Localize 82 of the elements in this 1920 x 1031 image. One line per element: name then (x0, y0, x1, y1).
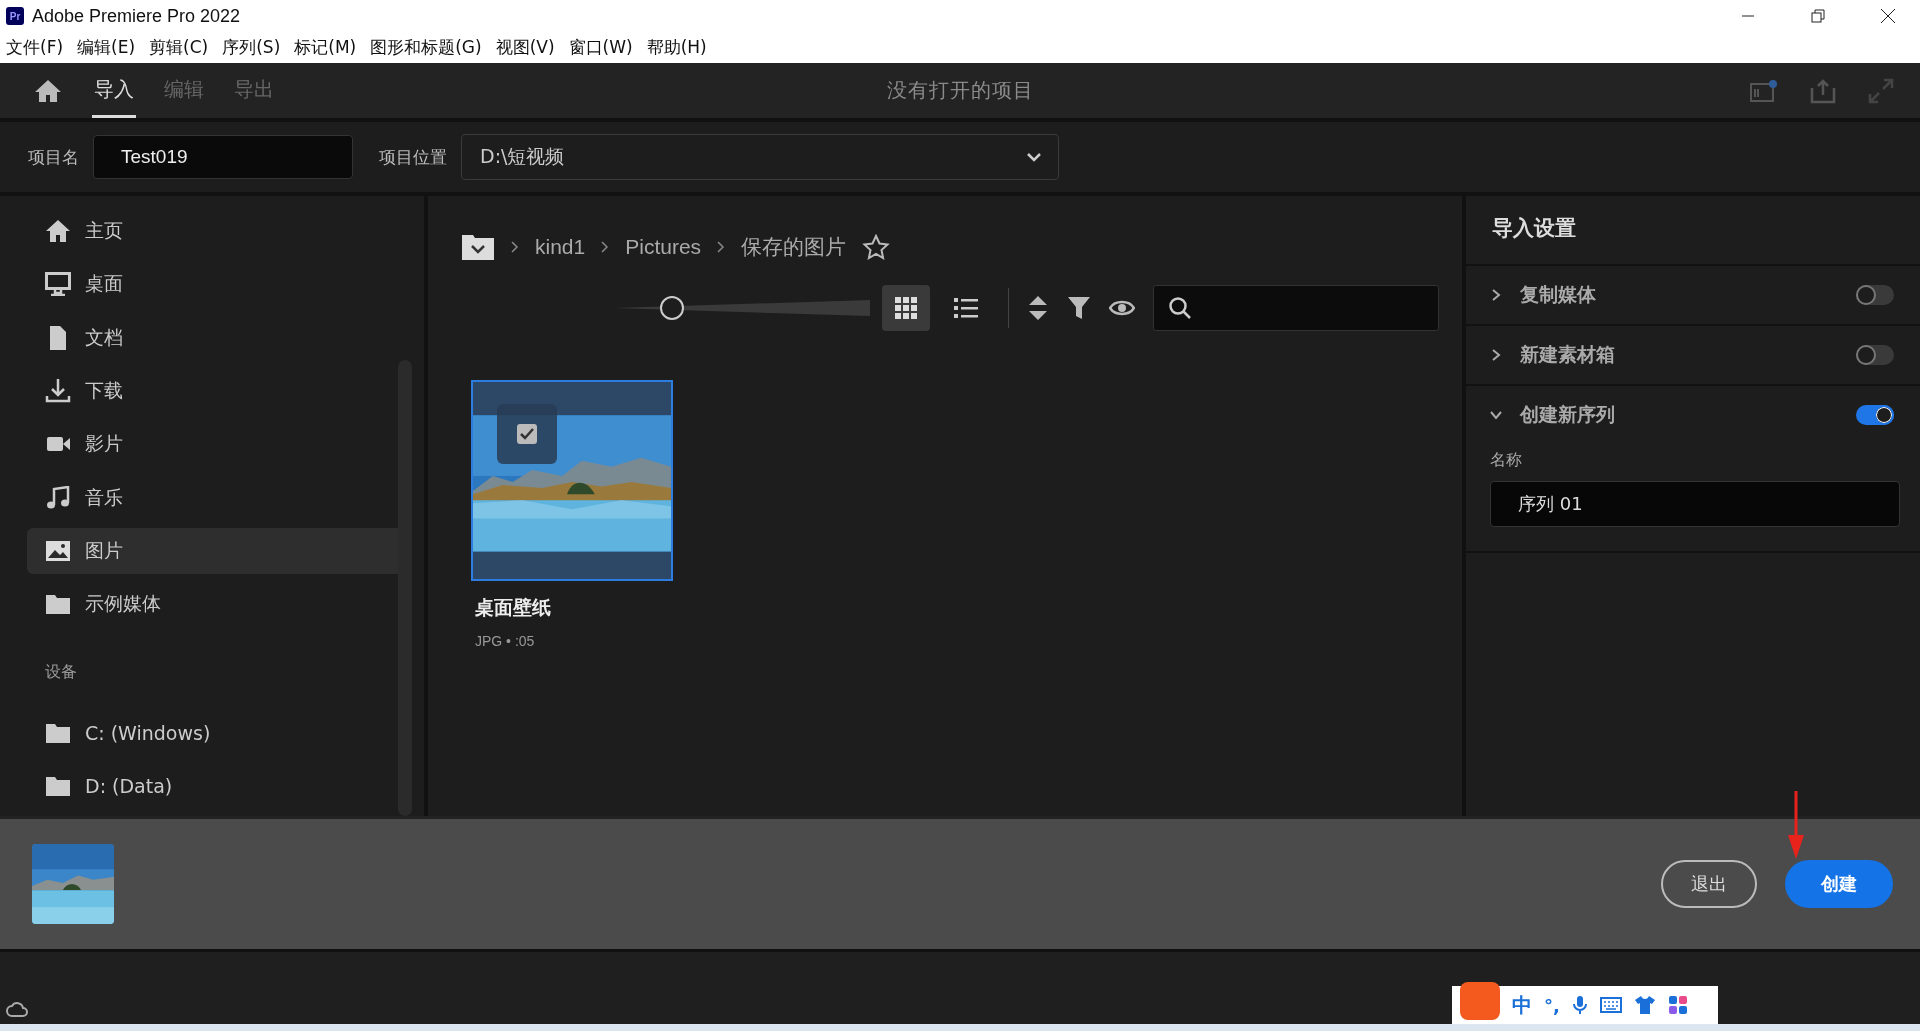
menu-item[interactable]: 窗口(W) (568, 36, 633, 59)
devices-heading: 设备 (45, 662, 78, 684)
menu-item[interactable]: 帮助(H) (646, 36, 707, 59)
sidebar-item[interactable]: 示例媒体 (27, 581, 398, 628)
grid-view-button[interactable] (882, 285, 930, 331)
search-field[interactable] (1153, 285, 1439, 331)
media-info: JPG • :05 (474, 633, 536, 649)
keyboard-icon[interactable] (1599, 997, 1622, 1013)
panel-title: 导入设置 (1466, 196, 1920, 266)
home-icon[interactable] (34, 77, 62, 104)
breadcrumb-item[interactable]: 保存的图片 (741, 233, 847, 261)
list-icon (953, 296, 979, 320)
sequence-name-field[interactable]: 序列 01 (1490, 481, 1900, 527)
project-location-label: 项目位置 (379, 145, 447, 169)
ime-punctuation[interactable]: °, (1544, 994, 1560, 1016)
creative-cloud-icon[interactable] (6, 1002, 28, 1018)
restore-icon[interactable] (1810, 8, 1826, 24)
annotation-arrow (1786, 791, 1806, 861)
breadcrumb-item[interactable]: kind1 (535, 235, 586, 259)
sidebar-item[interactable]: C: (Windows) (27, 709, 398, 756)
menu-item[interactable]: 视图(V) (495, 36, 555, 59)
chevron-icon (1026, 152, 1042, 162)
sidebar-item[interactable]: 桌面 (27, 261, 398, 308)
section-label: 新建素材箱 (1520, 342, 1615, 367)
folder-icon (45, 592, 71, 617)
slider-thumb[interactable] (660, 296, 685, 320)
folder-icon[interactable] (461, 233, 495, 261)
toggle-switch[interactable] (1856, 345, 1894, 365)
sidebar-item[interactable]: D: (Data) (27, 762, 398, 809)
sort-icon[interactable] (1027, 294, 1049, 322)
chevron-icon (717, 241, 726, 253)
ime-mode[interactable]: 中 (1512, 991, 1532, 1019)
create-button[interactable]: 创建 (1785, 860, 1893, 908)
shirt-icon[interactable] (1633, 995, 1656, 1015)
sidebar-item[interactable]: 影片 (27, 421, 398, 468)
star-icon[interactable] (862, 234, 891, 260)
sidebar-item[interactable]: 下载 (27, 367, 398, 415)
checkbox[interactable] (517, 424, 537, 444)
project-status: 没有打开的项目 (886, 77, 1034, 104)
project-name-field[interactable]: Test019 (93, 135, 353, 179)
field-label: 名称 (1490, 450, 1523, 471)
menu-item[interactable]: 文件(F) (6, 36, 64, 59)
menu-item[interactable]: 编辑(E) (77, 36, 136, 59)
breadcrumb-item[interactable]: Pictures (625, 235, 702, 259)
home-icon (45, 219, 71, 244)
monitor-icon (45, 272, 71, 297)
microphone-icon[interactable] (1571, 995, 1588, 1015)
music-note-icon (45, 485, 71, 510)
filter-icon[interactable] (1067, 295, 1091, 321)
panel-icon[interactable] (1750, 78, 1778, 103)
chevron-icon[interactable] (1490, 288, 1502, 302)
chevron-icon (601, 241, 610, 253)
project-location-dropdown[interactable]: D:\短视频 (461, 134, 1059, 180)
sidebar-item[interactable]: 音乐 (27, 474, 398, 521)
grid-icon (894, 296, 918, 320)
project-name-label: 项目名 (28, 145, 79, 169)
media-name: 桌面壁纸 (474, 595, 552, 620)
window-title: Adobe Premiere Pro 2022 (32, 5, 241, 27)
section-label: 复制媒体 (1520, 282, 1596, 307)
ime-logo (1460, 982, 1500, 1020)
tab[interactable]: 导入 (92, 63, 136, 118)
eye-icon[interactable] (1109, 298, 1135, 318)
chevron-icon[interactable] (1490, 348, 1502, 362)
chevron-icon[interactable] (1489, 409, 1503, 421)
menu-item[interactable]: 标记(M) (294, 36, 357, 59)
close-icon[interactable] (1880, 8, 1896, 24)
app-logo: Pr (6, 7, 24, 25)
download-icon (45, 379, 71, 404)
menu-item[interactable]: 剪辑(C) (149, 36, 209, 59)
chevron-icon (511, 241, 519, 253)
sidebar-item[interactable]: 主页 (27, 208, 398, 255)
section-label: 创建新序列 (1520, 402, 1615, 427)
toggle-switch[interactable] (1856, 285, 1894, 305)
apps-icon[interactable] (1667, 995, 1688, 1015)
sidebar-item[interactable]: 图片 (27, 527, 398, 575)
toggle-switch[interactable] (1856, 405, 1894, 425)
menu-item[interactable]: 图形和标题(G) (370, 36, 482, 59)
sidebar-item[interactable]: 文档 (27, 314, 398, 361)
search-icon (1168, 296, 1192, 320)
menu-item[interactable]: 序列(S) (222, 36, 281, 59)
image-icon (45, 538, 71, 563)
exit-button[interactable]: 退出 (1661, 860, 1757, 908)
